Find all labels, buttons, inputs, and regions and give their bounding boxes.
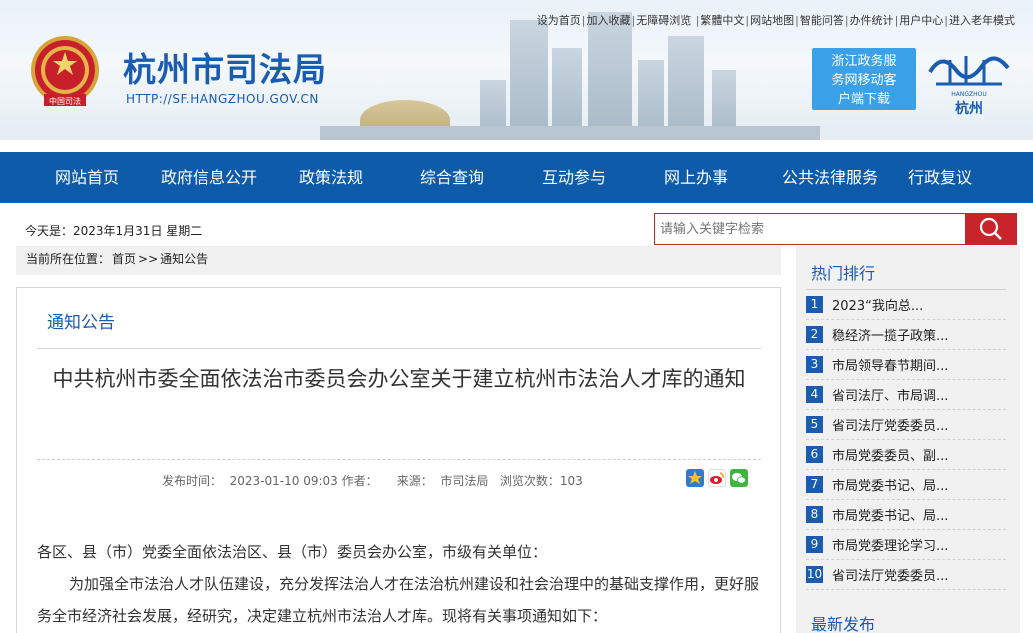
hot-rank-item[interactable]: 2 稳经济一揽子政策... [806,320,1006,350]
nav-online-services[interactable]: 网上办事 [650,152,742,203]
svg-text:中国司法: 中国司法 [49,96,81,106]
rank-title[interactable]: 市局领导春节期间... [832,355,948,374]
source-label: 来源： [396,474,433,488]
search-button[interactable] [965,213,1017,245]
hot-rank-item[interactable]: 5 省司法厅党委委员... [806,410,1006,440]
sidebar: 热门排行 1 2023“我向总... 2 稳经济一揽子政策... 3 市局领导春… [796,246,1020,633]
rank-title[interactable]: 市局党委书记、局... [832,475,948,494]
rank-title[interactable]: 市局党委书记、局... [832,505,948,524]
rank-title[interactable]: 稳经济一揽子政策... [832,325,948,344]
hot-rank-item[interactable]: 7 市局党委书记、局... [806,470,1006,500]
breadcrumb-current[interactable]: 通知公告 [160,252,208,266]
rank-title[interactable]: 省司法厅党委委员... [832,565,948,584]
source-value: 市司法局 [440,474,489,488]
share-weibo-icon[interactable] [708,469,726,487]
search-box [654,213,966,245]
rank-title[interactable]: 市局党委委员、副... [832,445,948,464]
link-elderly-mode[interactable]: 进入老年模式 [949,14,1015,27]
nav-public-legal-services[interactable]: 公共法律服务 [762,152,898,203]
breadcrumb-label: 当前所在位置： [26,252,111,266]
nav-comprehensive-query[interactable]: 综合查询 [406,152,498,203]
link-user-center[interactable]: 用户中心 [899,14,943,27]
hot-rank-item[interactable]: 6 市局党委委员、副... [806,440,1006,470]
article-paragraph: 为加强全市法治人才队伍建设，充分发挥法治人才在法治杭州建设和社会治理中的基础支撑… [37,575,760,625]
site-title[interactable]: 杭州市司法局 [123,43,327,91]
rank-number: 8 [806,506,823,523]
link-traditional-chinese[interactable]: 繁體中文 [700,14,744,27]
city-logo-text: 杭州 [955,101,983,117]
rank-title[interactable]: 省司法厅党委委员... [832,415,948,434]
article-panel: 通知公告 中共杭州市委全面依法治市委员会办公室关于建立杭州市法治人才库的通知 发… [16,287,781,633]
breadcrumb-separator: >> [138,252,159,266]
link-smart-qa[interactable]: 智能问答 [800,14,844,27]
rank-number: 3 [806,356,823,373]
rank-title[interactable]: 省司法厅、市局调... [832,385,948,404]
hot-rank-item[interactable]: 8 市局党委书记、局... [806,500,1006,530]
hangzhou-city-logo[interactable]: HANGZHOU 杭州 [922,42,1016,122]
article-meta: 发布时间： 2023-01-10 09:03 作者： 来源： 市司法局 浏览次数… [162,472,583,489]
latest-releases-title: 最新发布 [811,615,876,633]
article-body: 各区、县（市）党委全面依法治区、县（市）委员会办公室，市级有关单位： 为加强全市… [37,536,761,632]
app-download-line-2: 务网移动客 [831,73,897,88]
hot-ranking-title: 热门排行 [811,264,876,283]
rank-title[interactable]: 2023“我向总... [832,295,923,314]
app-download-line-1: 浙江政务服 [831,54,897,69]
link-accessibility[interactable]: 无障碍浏览 [636,14,691,27]
rank-number: 1 [806,296,823,313]
app-download-line-3: 户端下载 [837,92,890,107]
share-wechat-icon[interactable] [730,469,748,487]
site-header: 设为首页|加入收藏|无障碍浏览 |繁體中文|网站地图|智能问答|办件统计|用户中… [0,0,1033,140]
rank-number: 4 [806,386,823,403]
column-divider [37,348,761,349]
nav-home[interactable]: 网站首页 [38,152,136,203]
rank-number: 2 [806,326,823,343]
main-nav: 网站首页 政府信息公开 政策法规 综合查询 互动参与 网上办事 公共法律服务 行… [0,152,1033,203]
link-sitemap[interactable]: 网站地图 [750,14,794,27]
nav-policies-regulations[interactable]: 政策法规 [285,152,377,203]
views-count: 103 [559,474,583,488]
article-salutation: 各区、县（市）党委全面依法治区、县（市）委员会办公室，市级有关单位： [37,543,548,561]
rank-number: 9 [806,536,823,553]
hot-rank-item[interactable]: 10 省司法厅党委委员... [806,560,1006,590]
nav-interaction[interactable]: 互动参与 [528,152,620,203]
title-divider [37,459,761,460]
column-label[interactable]: 通知公告 [47,308,115,333]
current-date: 今天是：2023年1月31日 星期二 [25,224,203,238]
top-links-bar: 设为首页|加入收藏|无障碍浏览 |繁體中文|网站地图|智能问答|办件统计|用户中… [536,14,1015,27]
hot-rank-item[interactable]: 4 省司法厅、市局调... [806,380,1006,410]
nav-gov-info-disclosure[interactable]: 政府信息公开 [150,152,268,203]
publish-label: 发布时间： [162,474,223,488]
rank-number: 5 [806,416,823,433]
link-case-stats[interactable]: 办件统计 [850,14,894,27]
search-icon [979,217,1002,240]
mobile-app-download-button[interactable]: 浙江政务服 务网移动客 户端下载 [812,48,916,110]
breadcrumb: 当前所在位置： 首页 >> 通知公告 [16,246,781,275]
rank-title[interactable]: 市局党委理论学习... [832,535,948,554]
site-url: HTTP://SF.HANGZHOU.GOV.CN [126,92,319,106]
hot-rank-item[interactable]: 9 市局党委理论学习... [806,530,1006,560]
views-label: 浏览次数： [499,474,560,488]
judicial-emblem-logo[interactable]: 中国司法 [28,34,102,114]
hot-rank-item[interactable]: 3 市局领导春节期间... [806,350,1006,380]
nav-administrative-review[interactable]: 行政复议 [894,152,986,203]
breadcrumb-home[interactable]: 首页 [112,252,136,266]
hot-rank-item[interactable]: 1 2023“我向总... [806,290,1006,320]
author-label: 作者： [341,474,378,488]
share-qzone-icon[interactable] [686,469,704,487]
publish-time: 2023-01-10 09:03 [229,474,338,488]
svg-text:HANGZHOU: HANGZHOU [951,91,987,98]
rank-number: 6 [806,446,823,463]
rank-number: 7 [806,476,823,493]
rank-number: 10 [806,566,823,583]
link-add-favorite[interactable]: 加入收藏 [586,14,630,27]
link-set-homepage[interactable]: 设为首页 [537,14,581,27]
article-title: 中共杭州市委全面依法治市委员会办公室关于建立杭州市法治人才库的通知 [52,367,746,391]
search-input[interactable] [655,214,965,244]
